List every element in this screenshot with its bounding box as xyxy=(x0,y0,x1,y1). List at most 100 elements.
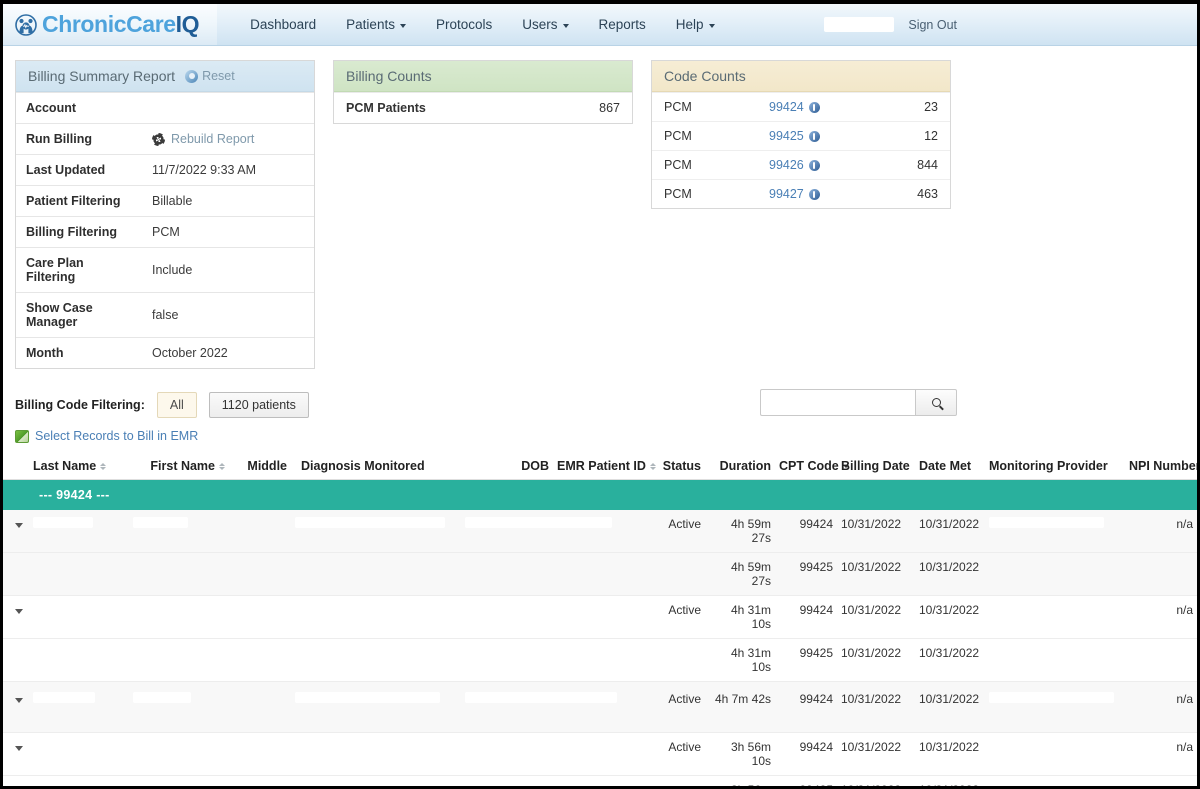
info-icon[interactable] xyxy=(808,188,820,200)
th-duration[interactable]: Duration xyxy=(705,453,775,480)
cell-last-name xyxy=(29,732,129,776)
cell-duration: 4h 31m 10s xyxy=(705,595,775,639)
nav-item-help[interactable]: Help xyxy=(661,4,730,45)
th-date-met[interactable]: Date Met xyxy=(915,453,985,480)
th-label: Date Met xyxy=(919,459,972,473)
group-label: --- 99424 --- xyxy=(3,479,1197,510)
th-cpt-code[interactable]: CPT Code xyxy=(775,453,849,480)
sort-icon[interactable] xyxy=(649,462,656,470)
select-records-to-bill-link[interactable]: Select Records to Bill in EMR xyxy=(35,429,198,443)
filter-label: Billing Code Filtering: xyxy=(15,398,145,412)
cell-billing-date: 10/31/2022 xyxy=(837,681,915,733)
cell-monitoring-provider-redacted xyxy=(989,603,1059,614)
info-icon[interactable] xyxy=(808,101,820,113)
chevron-down-icon[interactable] xyxy=(15,746,23,751)
reset-button[interactable]: Reset xyxy=(185,69,235,83)
cell-diagnosis-monitored xyxy=(291,732,461,776)
th-first-name[interactable]: First Name xyxy=(129,453,229,480)
cell-date-met: 10/31/2022 xyxy=(915,552,985,596)
cell-first-name-redacted xyxy=(133,740,143,751)
summary-row-run-billing: Run Billing Rebuild Report xyxy=(16,123,314,154)
code-link[interactable]: 99425 xyxy=(769,129,878,143)
sort-icon[interactable] xyxy=(219,462,225,470)
table-row[interactable]: Active 4h 59m 27s 99424 10/31/2022 10/31/202… xyxy=(3,510,1197,553)
table-row[interactable]: Active 4h 31m 10s 99424 10/31/2022 10/31/202… xyxy=(3,595,1197,639)
rebuild-report-link[interactable]: Rebuild Report xyxy=(171,132,254,146)
row-expand-toggle xyxy=(3,552,29,596)
th-emr-patient-id[interactable]: EMR Patient ID xyxy=(553,453,656,480)
code-link[interactable]: 99427 xyxy=(769,187,878,201)
table-row[interactable]: Active 4h 7m 42s 99424 10/31/2022 10/31/2022… xyxy=(3,681,1197,733)
cell-billing-date: 10/31/2022 xyxy=(837,732,915,776)
cell-emr-patient-id xyxy=(553,681,653,733)
row-value[interactable]: Rebuild Report xyxy=(146,124,314,154)
info-icon[interactable] xyxy=(808,159,820,171)
brand-text: ChronicCareIQ xyxy=(42,13,200,36)
panel-header: Billing Counts xyxy=(334,61,632,92)
cell-date-met: 10/31/2022 xyxy=(915,732,985,776)
sort-icon[interactable] xyxy=(100,462,107,470)
search-input[interactable] xyxy=(760,389,915,416)
row-expand-toggle[interactable] xyxy=(3,510,29,553)
cell-first-name xyxy=(129,552,229,596)
cell-last-name-redacted xyxy=(33,603,63,614)
cell-npi-number xyxy=(1125,775,1197,786)
th-last-name[interactable]: Last Name xyxy=(29,453,129,480)
sign-out-link[interactable]: Sign Out xyxy=(908,18,957,32)
app-logo[interactable]: ChronicCareIQ xyxy=(3,4,218,45)
th-middle[interactable]: Middle xyxy=(229,453,291,480)
th-status[interactable]: Status xyxy=(653,453,705,480)
cell-cpt-code: 99425 xyxy=(775,638,837,682)
cell-cpt-code: 99424 xyxy=(775,510,837,553)
th-monitoring-provider[interactable]: Monitoring Provider xyxy=(985,453,1125,480)
info-icon[interactable] xyxy=(808,130,820,142)
code-type: PCM xyxy=(664,158,692,172)
row-expand-toggle[interactable] xyxy=(3,732,29,776)
code-type: PCM xyxy=(664,100,692,114)
table-subrow[interactable]: 3h 56m 10s9942510/31/202210/31/2022 xyxy=(3,775,1197,786)
row-value: Include xyxy=(152,263,193,277)
chevron-down-icon[interactable] xyxy=(15,523,23,528)
nav-item-protocols[interactable]: Protocols xyxy=(421,4,507,45)
code-link[interactable]: 99424 xyxy=(769,100,878,114)
th-label: Status xyxy=(662,459,701,473)
cell-diagnosis-monitored-redacted xyxy=(295,517,445,528)
table-subrow[interactable]: 4h 31m 10s 99425 10/31/2022 10/31/2022 xyxy=(3,638,1197,682)
cell-middle xyxy=(229,552,291,596)
search-button[interactable] xyxy=(915,389,957,416)
code-link[interactable]: 99426 xyxy=(769,158,878,172)
cell-emr-patient-id xyxy=(553,732,653,776)
cell-duration: 3h 56m 10s xyxy=(705,732,775,776)
th-billing-date[interactable]: Billing Date xyxy=(837,453,915,480)
chevron-down-icon[interactable] xyxy=(15,609,23,614)
cell-date-met: 10/31/2022 xyxy=(915,595,985,639)
th-label: First Name xyxy=(150,459,215,473)
row-expand-toggle[interactable] xyxy=(3,595,29,639)
select-records-row: Select Records to Bill in EMR xyxy=(15,429,1185,443)
row-count: 867 xyxy=(599,101,620,115)
code-counts-row: PCM 99425 12 xyxy=(652,121,950,150)
reset-label: Reset xyxy=(202,69,235,83)
filter-all-button[interactable]: All xyxy=(156,392,197,418)
cell-middle xyxy=(229,595,291,639)
nav-item-reports[interactable]: Reports xyxy=(584,4,661,45)
account-area: Sign Out xyxy=(824,4,957,45)
cell-emr-patient-id xyxy=(553,638,653,682)
billing-counts-row: PCM Patients 867 xyxy=(334,92,632,123)
th-diagnosis-monitored[interactable]: Diagnosis Monitored xyxy=(291,453,461,480)
cell-monitoring-provider xyxy=(985,775,1125,786)
table-subrow[interactable]: 4h 59m 27s 99425 10/31/2022 10/31/2022 xyxy=(3,552,1197,596)
table-row[interactable]: Active 3h 56m 10s 99424 10/31/2022 10/31/202… xyxy=(3,732,1197,776)
row-expand-toggle[interactable] xyxy=(3,681,29,733)
cell-diagnosis-monitored-redacted xyxy=(295,692,440,703)
nav-item-users[interactable]: Users xyxy=(507,4,583,45)
chevron-down-icon[interactable] xyxy=(15,698,23,703)
patient-count-button[interactable]: 1120 patients xyxy=(208,392,309,418)
code-value: 99424 xyxy=(769,100,804,114)
code-type: PCM xyxy=(664,187,692,201)
th-dob[interactable]: DOB xyxy=(461,453,553,480)
nav-item-dashboard[interactable]: Dashboard xyxy=(235,4,331,45)
th-npi-number[interactable]: NPI Number xyxy=(1125,453,1197,480)
cell-date-met: 10/31/2022 xyxy=(915,638,985,682)
nav-item-patients[interactable]: Patients xyxy=(331,4,421,45)
